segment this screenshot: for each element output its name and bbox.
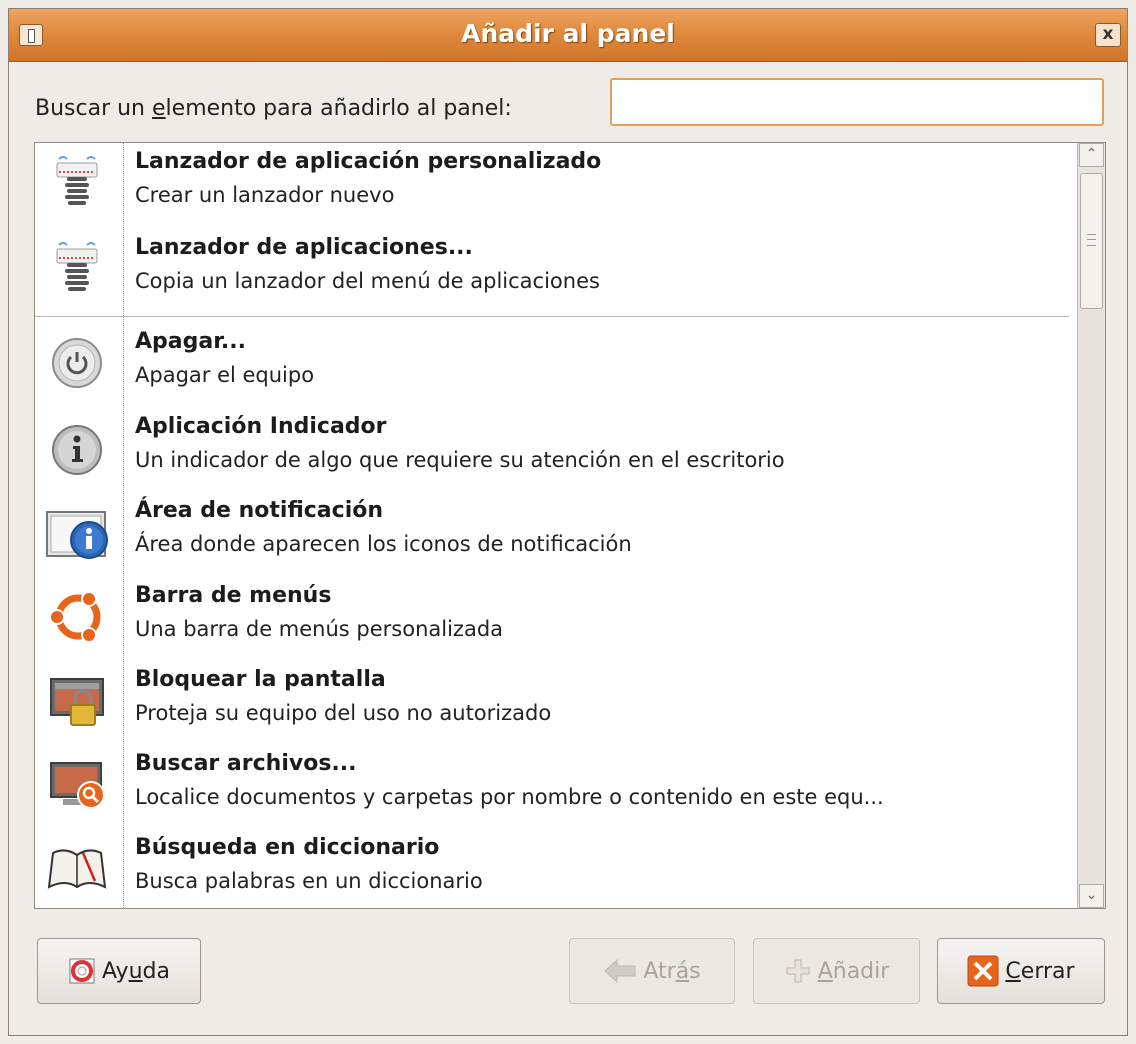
scroll-up-button[interactable]: ⌃ bbox=[1079, 143, 1104, 167]
vertical-scrollbar[interactable]: ⌃ ⌄ bbox=[1077, 143, 1105, 908]
ubuntu-logo-icon bbox=[43, 587, 113, 647]
list-separator bbox=[35, 316, 1069, 317]
lock-screen-icon bbox=[43, 671, 113, 731]
list-item[interactable]: Área de notificación Área donde aparecen… bbox=[35, 492, 1071, 574]
help-label-before: Ay bbox=[102, 958, 129, 984]
scroll-down-button[interactable]: ⌄ bbox=[1079, 884, 1104, 908]
item-description: Proteja su equipo del uso no autorizado bbox=[135, 701, 552, 725]
list-item[interactable]: Barra de menús Una barra de menús person… bbox=[35, 577, 1071, 659]
list-item[interactable]: Bloquear la pantalla Proteja su equipo d… bbox=[35, 661, 1071, 743]
window-title: Añadir al panel bbox=[461, 19, 675, 48]
search-files-icon bbox=[43, 755, 113, 815]
help-label-mnemonic: u bbox=[128, 958, 143, 984]
help-button[interactable]: Ayuda bbox=[37, 938, 201, 1004]
item-description: Busca palabras en un diccionario bbox=[135, 869, 483, 893]
close-icon bbox=[967, 955, 999, 987]
window-close-button[interactable]: x bbox=[1095, 23, 1121, 47]
add-label: Añadir bbox=[818, 959, 890, 984]
arrow-left-icon bbox=[603, 957, 637, 985]
power-icon bbox=[43, 333, 113, 393]
list-item[interactable]: Búsqueda en diccionario Busca palabras e… bbox=[35, 829, 1071, 908]
back-label-mnemonic: á bbox=[675, 958, 690, 984]
back-label: Atrás bbox=[643, 959, 700, 984]
dictionary-icon bbox=[43, 839, 113, 899]
add-button[interactable]: Añadir bbox=[753, 938, 920, 1004]
back-button[interactable]: Atrás bbox=[569, 938, 735, 1004]
help-label-after: da bbox=[142, 958, 170, 984]
item-description: Copia un lanzador del menú de aplicacion… bbox=[135, 269, 600, 293]
notification-area-icon bbox=[43, 502, 113, 562]
plus-icon bbox=[784, 957, 812, 985]
item-description: Localice documentos y carpetas por nombr… bbox=[135, 785, 884, 809]
close-label: Cerrar bbox=[1005, 959, 1074, 984]
item-name: Barra de menús bbox=[135, 583, 332, 608]
launcher-icon bbox=[43, 153, 113, 213]
scrollbar-thumb[interactable] bbox=[1080, 173, 1103, 309]
indicator-icon bbox=[43, 418, 113, 478]
list-item[interactable]: Apagar... Apagar el equipo bbox=[35, 323, 1071, 405]
item-description: Un indicador de algo que requiere su ate… bbox=[135, 448, 785, 472]
item-name: Aplicación Indicador bbox=[135, 414, 387, 439]
item-description: Área donde aparecen los iconos de notifi… bbox=[135, 532, 632, 556]
list-item[interactable]: Lanzador de aplicaciones... Copia un lan… bbox=[35, 229, 1071, 311]
item-name: Bloquear la pantalla bbox=[135, 667, 386, 692]
list-item[interactable]: Buscar archivos... Localice documentos y… bbox=[35, 745, 1071, 827]
item-name: Apagar... bbox=[135, 329, 246, 354]
back-label-after: s bbox=[689, 958, 701, 984]
launcher-icon bbox=[43, 239, 113, 299]
list-item[interactable]: Aplicación Indicador Un indicador de alg… bbox=[35, 408, 1071, 490]
add-label-mnemonic: A bbox=[817, 958, 833, 984]
search-label-after: lemento para añadirlo al panel: bbox=[165, 96, 512, 121]
search-label: Buscar un elemento para añadirlo al pane… bbox=[35, 96, 512, 121]
back-label-before: Atr bbox=[643, 958, 676, 984]
item-description: Una barra de menús personalizada bbox=[135, 617, 504, 641]
help-lifebuoy-icon bbox=[68, 957, 96, 985]
add-label-after: ñadir bbox=[832, 958, 890, 984]
item-name: Lanzador de aplicaciones... bbox=[135, 235, 473, 260]
applet-list[interactable]: Lanzador de aplicación personalizado Cre… bbox=[34, 142, 1106, 909]
item-name: Lanzador de aplicación personalizado bbox=[135, 149, 602, 174]
search-label-before: Buscar un bbox=[35, 96, 152, 121]
search-label-mnemonic: e bbox=[152, 96, 166, 121]
close-button[interactable]: Cerrar bbox=[937, 938, 1105, 1004]
item-name: Área de notificación bbox=[135, 498, 384, 523]
item-description: Crear un lanzador nuevo bbox=[135, 183, 395, 207]
close-label-mnemonic: C bbox=[1005, 958, 1021, 984]
close-label-after: errar bbox=[1020, 958, 1075, 984]
help-label: Ayuda bbox=[102, 959, 170, 984]
search-input[interactable] bbox=[610, 78, 1104, 126]
grip-icon bbox=[1087, 234, 1096, 246]
item-name: Búsqueda en diccionario bbox=[135, 835, 440, 860]
item-description: Apagar el equipo bbox=[135, 363, 315, 387]
title-bar[interactable]: Añadir al panel x bbox=[9, 9, 1127, 62]
item-name: Buscar archivos... bbox=[135, 751, 357, 776]
list-item[interactable]: Lanzador de aplicación personalizado Cre… bbox=[35, 143, 1071, 225]
